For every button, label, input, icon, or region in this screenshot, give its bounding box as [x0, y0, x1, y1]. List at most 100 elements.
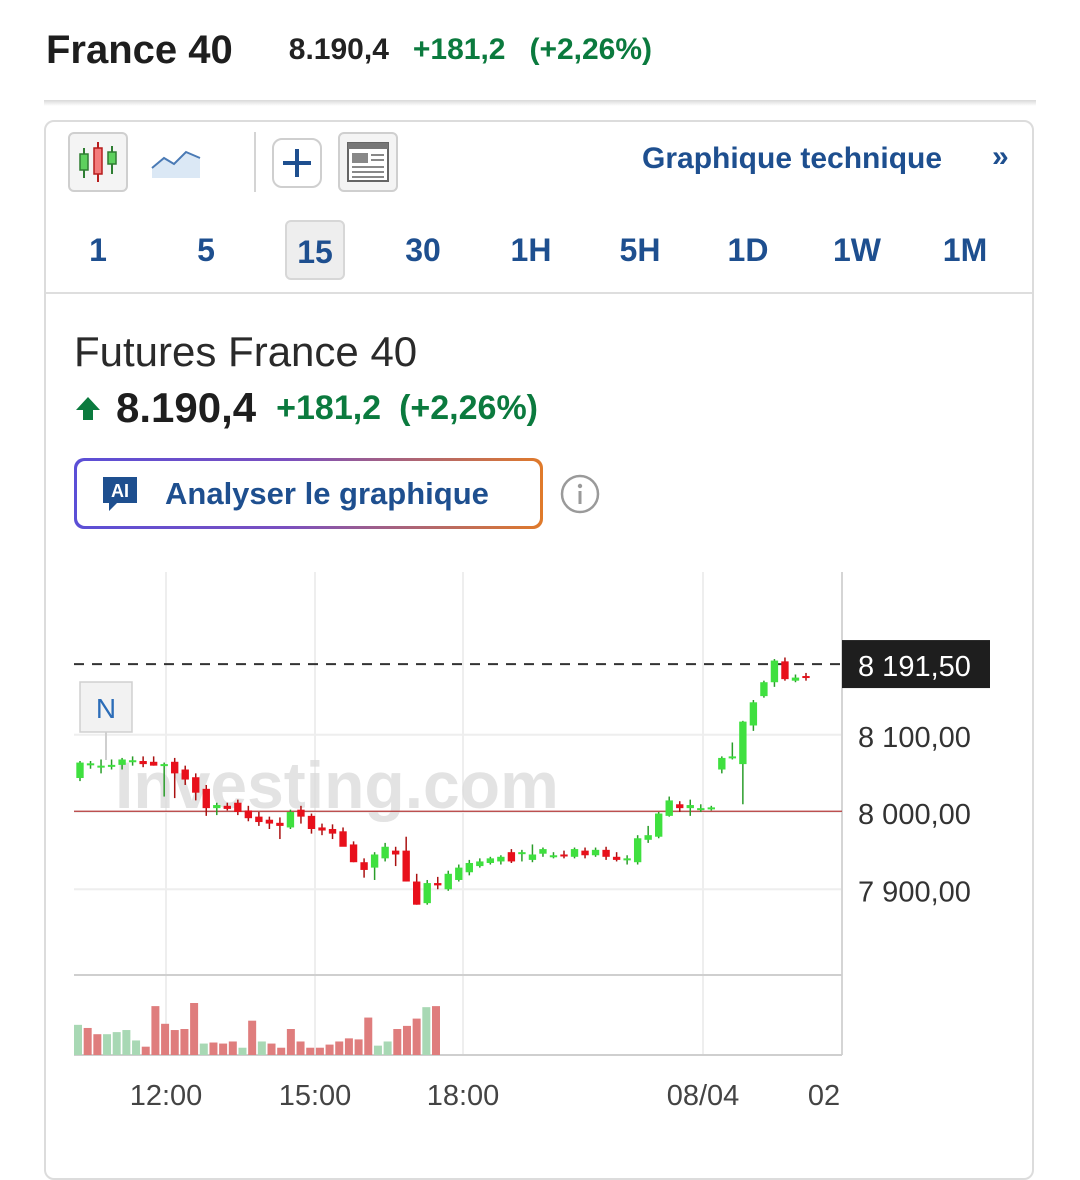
candle-body	[507, 852, 516, 862]
candle	[76, 761, 84, 782]
timeframe-5h[interactable]: 5H	[610, 220, 670, 280]
candle	[434, 876, 442, 890]
candle	[707, 805, 715, 811]
volume-bar	[432, 1006, 440, 1055]
candle-body	[118, 759, 126, 765]
candle-body	[171, 761, 179, 774]
volume-bar	[393, 1029, 402, 1055]
timeframe-1h[interactable]: 1H	[501, 220, 561, 280]
volume-bar	[402, 1025, 411, 1055]
timeframe-1d[interactable]: 1D	[718, 220, 778, 280]
candle-body	[107, 764, 116, 767]
candle	[665, 796, 673, 817]
candle-body	[139, 761, 147, 765]
candle-body	[549, 855, 558, 858]
candle	[655, 812, 663, 839]
candle-body	[612, 856, 621, 860]
candle	[781, 657, 789, 681]
candle-body	[434, 883, 442, 886]
candle	[328, 824, 337, 840]
volume-bar	[325, 1044, 334, 1055]
chart-change-pct: (+2,26%)	[399, 388, 538, 427]
timeframe-5[interactable]: 5	[176, 220, 236, 280]
candle	[518, 849, 526, 862]
double-chevron-right-icon[interactable]: »	[992, 140, 1009, 174]
candle-body	[328, 828, 337, 834]
candle	[391, 846, 400, 867]
candle-body	[244, 810, 253, 819]
candle-body	[560, 854, 568, 857]
candle-body	[770, 660, 779, 683]
candle-body	[202, 788, 210, 809]
candle	[402, 836, 410, 882]
candle-body	[707, 807, 715, 810]
candlestick-chart-button[interactable]	[68, 132, 128, 192]
candle	[539, 847, 547, 857]
timeframe-1[interactable]: 1	[68, 220, 128, 280]
candle-body	[486, 858, 495, 863]
candle	[728, 742, 737, 760]
candle-body	[318, 827, 326, 831]
timeframe-30[interactable]: 30	[393, 220, 453, 280]
timeframe-15[interactable]: 15	[285, 220, 345, 280]
y-tick-label: 8 000,00	[858, 799, 971, 831]
volume-bar	[354, 1039, 363, 1055]
price-chart[interactable]: Investing.com8 100,008 000,007 900,008 1…	[0, 560, 1080, 1120]
technical-chart-link[interactable]: Graphique technique	[642, 142, 942, 176]
volume-bar	[267, 1043, 276, 1055]
candle	[560, 850, 568, 859]
area-chart-button[interactable]	[150, 140, 202, 184]
candle-body	[76, 762, 84, 779]
candle-body	[276, 822, 284, 826]
info-icon[interactable]	[560, 474, 600, 514]
candle-body	[402, 850, 410, 882]
area-chart-icon	[151, 150, 201, 178]
volume-bar	[122, 1030, 131, 1055]
volume-bar	[190, 1003, 199, 1055]
candlestick-chart-icon	[79, 142, 117, 182]
add-indicator-button[interactable]	[272, 138, 322, 188]
chart-instrument-title: Futures France 40	[74, 328, 418, 375]
volume-bar	[373, 1045, 382, 1055]
volume-bar	[383, 1041, 392, 1055]
candle-body	[255, 816, 263, 823]
candle	[718, 756, 726, 774]
candle	[423, 879, 431, 905]
candle-body	[339, 831, 347, 847]
candle	[602, 846, 610, 860]
candle	[633, 835, 642, 865]
candle-body	[455, 867, 463, 880]
candle-body	[160, 764, 168, 767]
header-divider	[44, 100, 1036, 106]
candle-body	[265, 819, 274, 824]
candle	[486, 856, 495, 865]
candle-body	[760, 682, 768, 697]
candle-body	[223, 805, 231, 809]
volume-bar	[151, 1006, 160, 1055]
candle-body	[307, 815, 316, 829]
volume-bar	[219, 1043, 228, 1055]
analyze-chart-button[interactable]: AI Analyser le graphique	[74, 458, 543, 529]
candle-body	[602, 849, 610, 857]
candle-body	[655, 813, 663, 837]
candle-body	[623, 858, 631, 861]
timeframe-1w[interactable]: 1W	[827, 220, 887, 280]
y-tick-label: 7 900,00	[858, 876, 971, 908]
candle	[770, 659, 779, 687]
volume-bar	[141, 1046, 150, 1055]
candle	[413, 873, 421, 905]
x-tick-label: 12:00	[130, 1080, 203, 1112]
candle-body	[444, 873, 452, 890]
volume-bar	[209, 1042, 218, 1055]
volume-bar	[93, 1034, 102, 1055]
candle-body	[370, 854, 379, 868]
news-layout-button[interactable]	[338, 132, 398, 192]
timeframe-1m[interactable]: 1M	[935, 220, 995, 280]
candle	[739, 720, 747, 805]
candle	[318, 823, 326, 836]
candle-body	[697, 808, 705, 811]
candle-body	[192, 777, 200, 793]
volume-bar	[112, 1032, 121, 1055]
candle-body	[465, 862, 473, 873]
volume-bar	[161, 1023, 170, 1055]
